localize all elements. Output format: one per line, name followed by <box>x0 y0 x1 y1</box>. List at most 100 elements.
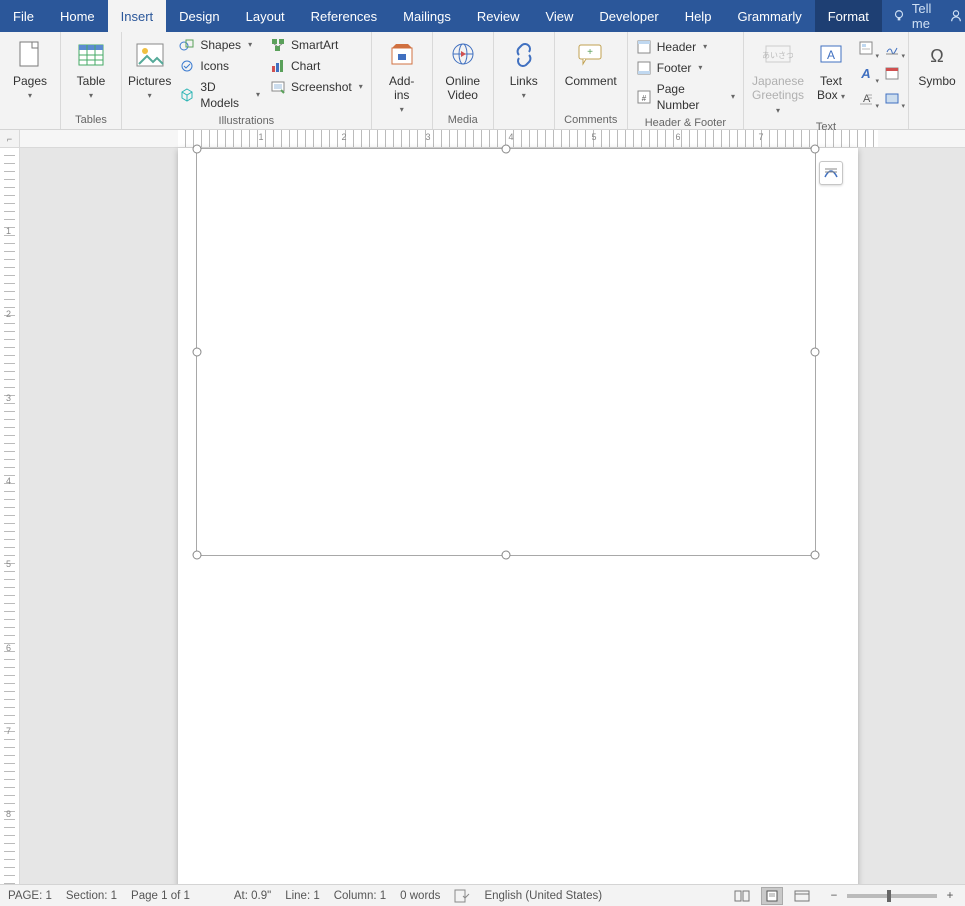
document-page[interactable] <box>178 148 858 906</box>
3d-models-button[interactable]: 3D Models ▾ <box>177 78 262 112</box>
signature-line-button[interactable]: ▾ <box>882 38 902 58</box>
drop-cap-icon: A <box>858 90 874 106</box>
zoom-control: − + <box>827 890 957 902</box>
ruler-mark: 4 <box>6 476 11 486</box>
status-page-of[interactable]: Page 1 of 1 <box>131 890 190 902</box>
links-button[interactable]: Links ▾ <box>500 36 548 103</box>
layout-options-button[interactable] <box>819 161 843 185</box>
group-media-label: Media <box>439 111 487 129</box>
status-column[interactable]: Column: 1 <box>334 890 386 902</box>
comment-button[interactable]: + Comment <box>561 36 621 88</box>
group-pages: Pages ▾ <box>0 32 61 129</box>
tab-developer[interactable]: Developer <box>586 0 671 32</box>
ruler-mark: 8 <box>6 809 11 819</box>
ruler-mark: 1 <box>6 226 11 236</box>
tab-references[interactable]: References <box>298 0 390 32</box>
group-illustrations: Pictures ▾ Shapes ▾ Icons 3D Models ▾ <box>122 32 372 129</box>
zoom-in-button[interactable]: + <box>943 890 957 902</box>
chart-button[interactable]: Chart <box>268 57 365 75</box>
zoom-thumb[interactable] <box>887 890 891 902</box>
status-section[interactable]: Section: 1 <box>66 890 117 902</box>
read-mode-button[interactable] <box>731 887 753 905</box>
wordart-button[interactable]: A▾ <box>856 63 876 83</box>
text-box-button[interactable]: A Text Box ▾ <box>812 36 850 104</box>
status-words[interactable]: 0 words <box>400 890 440 902</box>
object-button[interactable]: ▾ <box>882 88 902 108</box>
tell-me-search[interactable]: Tell me <box>882 0 942 32</box>
vertical-ruler[interactable]: 1 2 3 4 5 6 7 8 <box>0 148 20 884</box>
group-tables: Table ▾ Tables <box>61 32 122 129</box>
print-layout-button[interactable] <box>761 887 783 905</box>
spellcheck-icon[interactable] <box>454 889 470 903</box>
selected-text-box[interactable] <box>196 148 816 556</box>
header-label: Header <box>657 39 696 55</box>
links-label: Links <box>510 74 538 88</box>
resize-handle-bm[interactable] <box>502 551 511 560</box>
shapes-label: Shapes <box>200 37 241 53</box>
table-button[interactable]: Table ▾ <box>67 36 115 103</box>
quick-parts-button[interactable]: ▾ <box>856 38 876 58</box>
tab-design[interactable]: Design <box>166 0 232 32</box>
resize-handle-tr[interactable] <box>811 145 820 154</box>
chevron-down-icon: ▾ <box>875 77 879 85</box>
resize-handle-bl[interactable] <box>193 551 202 560</box>
page-number-label: Page Number <box>657 81 724 113</box>
resize-handle-tm[interactable] <box>502 145 511 154</box>
drop-cap-button[interactable]: A▾ <box>856 88 876 108</box>
picture-icon <box>133 38 167 72</box>
symbol-button[interactable]: Ω Symbo <box>915 36 959 88</box>
screenshot-label: Screenshot <box>291 79 352 95</box>
group-comments-label: Comments <box>561 111 621 129</box>
tab-grammarly[interactable]: Grammarly <box>724 0 814 32</box>
status-language[interactable]: English (United States) <box>484 890 602 902</box>
status-at[interactable]: At: 0.9" <box>234 890 271 902</box>
ruler-mark: 6 <box>6 643 11 653</box>
pictures-label: Pictures <box>128 74 171 88</box>
header-button[interactable]: Header ▾ <box>634 38 737 56</box>
resize-handle-mr[interactable] <box>811 348 820 357</box>
zoom-out-button[interactable]: − <box>827 890 841 902</box>
shapes-button[interactable]: Shapes ▾ <box>177 36 262 54</box>
comment-icon: + <box>574 38 608 72</box>
footer-button[interactable]: Footer ▾ <box>634 59 737 77</box>
share-button[interactable] <box>941 0 965 32</box>
ruler-mark: 6 <box>675 132 680 142</box>
zoom-slider[interactable] <box>847 894 937 898</box>
online-video-button[interactable]: Online Video <box>439 36 487 102</box>
web-layout-button[interactable] <box>791 887 813 905</box>
pictures-button[interactable]: Pictures ▾ <box>128 36 171 103</box>
icons-button[interactable]: Icons <box>177 57 262 75</box>
tab-home[interactable]: Home <box>47 0 108 32</box>
resize-handle-ml[interactable] <box>193 348 202 357</box>
horizontal-ruler[interactable]: 1 2 3 4 5 6 7 <box>20 130 965 148</box>
tab-insert[interactable]: Insert <box>108 0 167 32</box>
ruler-corner[interactable]: ⌐ <box>0 130 20 148</box>
ribbon-tabs: File Home Insert Design Layout Reference… <box>0 0 965 32</box>
tab-layout[interactable]: Layout <box>233 0 298 32</box>
tab-file[interactable]: File <box>0 0 47 32</box>
chart-label: Chart <box>291 58 320 74</box>
chevron-down-icon: ▾ <box>703 39 707 55</box>
page-number-button[interactable]: # Page Number ▾ <box>634 80 737 114</box>
pages-button[interactable]: Pages ▾ <box>6 36 54 103</box>
tab-help[interactable]: Help <box>672 0 725 32</box>
japanese-greetings-button: あいさつ Japanese Greetings ▾ <box>750 36 806 118</box>
date-time-button[interactable] <box>882 63 902 83</box>
status-line[interactable]: Line: 1 <box>285 890 320 902</box>
link-icon <box>507 38 541 72</box>
tab-format[interactable]: Format <box>815 0 882 32</box>
resize-handle-br[interactable] <box>811 551 820 560</box>
wordart-icon: A <box>858 65 874 81</box>
screenshot-button[interactable]: Screenshot ▾ <box>268 78 365 96</box>
chevron-down-icon: ▾ <box>875 52 879 60</box>
status-page[interactable]: PAGE: 1 <box>8 890 52 902</box>
screenshot-icon <box>270 79 286 95</box>
tab-review[interactable]: Review <box>464 0 533 32</box>
tab-mailings[interactable]: Mailings <box>390 0 464 32</box>
tab-view[interactable]: View <box>532 0 586 32</box>
smartart-button[interactable]: SmartArt <box>268 36 365 54</box>
jp-label-1: Japanese <box>752 74 804 88</box>
addins-button[interactable]: Add- ins ▾ <box>378 36 426 117</box>
resize-handle-tl[interactable] <box>193 145 202 154</box>
chevron-down-icon: ▾ <box>875 102 879 110</box>
